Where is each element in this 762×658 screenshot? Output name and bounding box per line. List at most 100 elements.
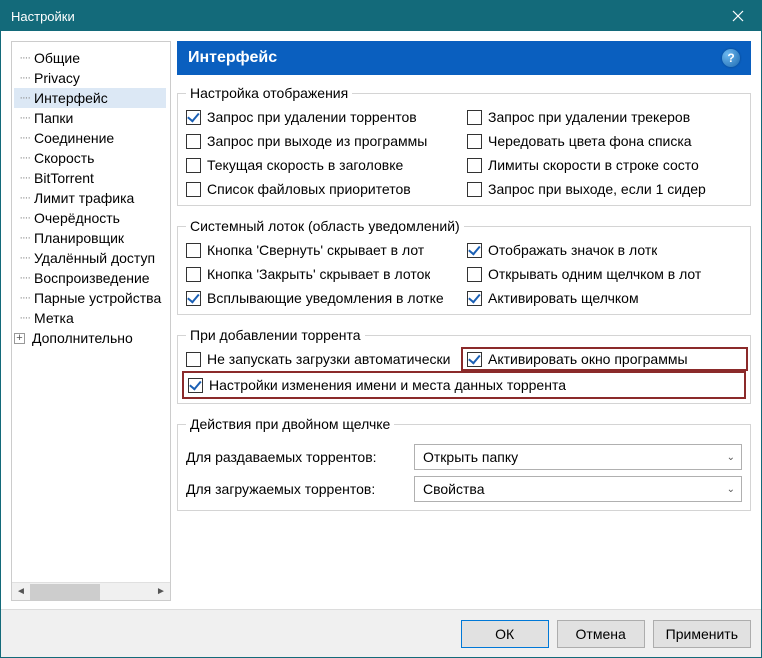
close-button[interactable] (715, 1, 761, 31)
sidebar-item-1[interactable]: ····Privacy (14, 68, 166, 88)
sidebar-item-10[interactable]: ····Удалённый доступ (14, 248, 166, 268)
checkbox-icon[interactable] (467, 134, 482, 149)
sidebar-item-0[interactable]: ····Общие (14, 48, 166, 68)
display-checkbox-7[interactable]: Запрос при выходе, если 1 сидер (467, 181, 742, 197)
tree-dots-icon: ···· (16, 312, 30, 324)
tree-dots-icon: ···· (16, 152, 30, 164)
tray-checkbox-4[interactable]: Всплывающие уведомления в лотке (186, 290, 461, 306)
checkbox-icon[interactable] (188, 378, 203, 393)
checkbox-label: Всплывающие уведомления в лотке (207, 290, 444, 306)
checkbox-icon[interactable] (186, 134, 201, 149)
tray-checkbox-3[interactable]: Открывать одним щелчком в лот (467, 266, 742, 282)
checkbox-icon[interactable] (467, 158, 482, 173)
sidebar-item-9[interactable]: ····Планировщик (14, 228, 166, 248)
tree-dots-icon: ···· (16, 132, 30, 144)
dblclick-row-0: Для раздаваемых торрентов: Открыть папку⌄ (186, 444, 742, 470)
combo-label: Для раздаваемых торрентов: (186, 449, 406, 465)
checkbox-label: Список файловых приоритетов (207, 181, 411, 197)
display-checkbox-2[interactable]: Запрос при выходе из программы (186, 133, 461, 149)
sidebar-item-8[interactable]: ···· Очерёдность (14, 208, 166, 228)
checkbox-label: Отображать значок в лотк (488, 242, 657, 258)
ok-button[interactable]: ОК (461, 620, 549, 648)
checkbox-label: Чередовать цвета фона списка (488, 133, 692, 149)
sidebar-item-5[interactable]: ····Скорость (14, 148, 166, 168)
checkbox-icon[interactable] (467, 182, 482, 197)
highlight-box: Активировать окно программы (461, 347, 748, 371)
apply-button[interactable]: Применить (653, 620, 751, 648)
sidebar-item-label: Метка (34, 310, 74, 326)
checkbox-icon[interactable] (186, 182, 201, 197)
combo-select-1[interactable]: Свойства ⌄ (414, 476, 742, 502)
group-adding-title: При добавлении торрента (186, 327, 365, 343)
tree-dots-icon: ···· (16, 272, 30, 284)
adding-checkbox-0[interactable]: Не запускать загрузки автоматически (186, 351, 461, 367)
checkbox-icon[interactable] (467, 291, 482, 306)
sidebar-item-12[interactable]: ···· Парные устройства (14, 288, 166, 308)
checkbox-label: Запрос при удалении торрентов (207, 109, 417, 125)
tray-checkbox-5[interactable]: Активировать щелчком (467, 290, 742, 306)
display-checkbox-3[interactable]: Чередовать цвета фона списка (467, 133, 742, 149)
sidebar-item-7[interactable]: ····Лимит трафика (14, 188, 166, 208)
sidebar-item-14[interactable]: +Дополнительно (14, 328, 166, 348)
panel-header: Интерфейс ? (177, 41, 751, 75)
sidebar-item-label: Общие (34, 50, 80, 66)
adding-checkbox-1[interactable]: Активировать окно программы (467, 351, 742, 367)
scroll-left-arrow[interactable]: ◄ (12, 583, 30, 601)
tree-dots-icon: ···· (16, 72, 30, 84)
scroll-track[interactable] (100, 584, 152, 600)
tree-dots-icon: ···· (16, 212, 30, 224)
sidebar-item-13[interactable]: ···· Метка (14, 308, 166, 328)
checkbox-icon[interactable] (186, 352, 201, 367)
sidebar-item-label: Парные устройства (34, 290, 161, 306)
scroll-right-arrow[interactable]: ► (152, 583, 170, 601)
cancel-button[interactable]: Отмена (557, 620, 645, 648)
sidebar-item-label: Воспроизведение (34, 270, 150, 286)
checkbox-icon[interactable] (186, 291, 201, 306)
combo-select-0[interactable]: Открыть папку⌄ (414, 444, 742, 470)
sidebar-item-label: Интерфейс (34, 90, 108, 106)
checkbox-label: Лимиты скорости в строке состо (488, 157, 699, 173)
display-checkbox-0[interactable]: Запрос при удалении торрентов (186, 109, 461, 125)
group-adding: При добавлении торрента Не запускать заг… (177, 327, 751, 404)
display-checkbox-1[interactable]: Запрос при удалении трекеров (467, 109, 742, 125)
display-checkbox-6[interactable]: Список файловых приоритетов (186, 181, 461, 197)
combo-value: Свойства (423, 481, 484, 497)
checkbox-icon[interactable] (186, 267, 201, 282)
checkbox-icon[interactable] (467, 110, 482, 125)
scroll-thumb[interactable] (30, 584, 100, 600)
horizontal-scrollbar[interactable]: ◄ ► (12, 582, 170, 600)
sidebar-item-6[interactable]: ····BitTorrent (14, 168, 166, 188)
checkbox-label: Настройки изменения имени и места данных… (209, 377, 566, 393)
sidebar-item-11[interactable]: ···· Воспроизведение (14, 268, 166, 288)
sidebar-item-label: Очерёдность (34, 210, 120, 226)
chevron-down-icon: ⌄ (727, 484, 735, 495)
tray-checkbox-0[interactable]: Кнопка 'Свернуть' скрывает в лот (186, 242, 461, 258)
tree-dots-icon: ···· (16, 292, 30, 304)
checkbox-icon[interactable] (186, 243, 201, 258)
display-checkbox-4[interactable]: Текущая скорость в заголовке (186, 157, 461, 173)
panel-title: Интерфейс (188, 49, 277, 67)
display-checkbox-5[interactable]: Лимиты скорости в строке состо (467, 157, 742, 173)
sidebar-item-label: Планировщик (34, 230, 124, 246)
checkbox-label: Не запускать загрузки автоматически (207, 351, 450, 367)
checkbox-icon[interactable] (467, 352, 482, 367)
checkbox-icon[interactable] (186, 110, 201, 125)
sidebar-item-4[interactable]: ···· Соединение (14, 128, 166, 148)
combo-value: Открыть папку (423, 449, 518, 465)
settings-tree[interactable]: ····Общие····Privacy····Интерфейс····Пап… (12, 42, 170, 582)
checkbox-icon[interactable] (467, 243, 482, 258)
checkbox-label: Активировать щелчком (488, 290, 639, 306)
sidebar-item-2[interactable]: ····Интерфейс (14, 88, 166, 108)
tree-dots-icon: ···· (16, 112, 30, 124)
sidebar-item-label: Соединение (34, 130, 114, 146)
help-icon[interactable]: ? (722, 49, 740, 67)
expand-icon[interactable]: + (14, 333, 25, 344)
tray-checkbox-2[interactable]: Кнопка 'Закрыть' скрывает в лоток (186, 266, 461, 282)
checkbox-icon[interactable] (467, 267, 482, 282)
checkbox-icon[interactable] (186, 158, 201, 173)
sidebar-item-3[interactable]: ····Папки (14, 108, 166, 128)
tray-checkbox-1[interactable]: Отображать значок в лотк (467, 242, 742, 258)
checkbox-label: Запрос при выходе из программы (207, 133, 427, 149)
adding-checkbox-2[interactable]: Настройки изменения имени и места данных… (188, 377, 740, 393)
sidebar-item-label: Удалённый доступ (34, 250, 155, 266)
